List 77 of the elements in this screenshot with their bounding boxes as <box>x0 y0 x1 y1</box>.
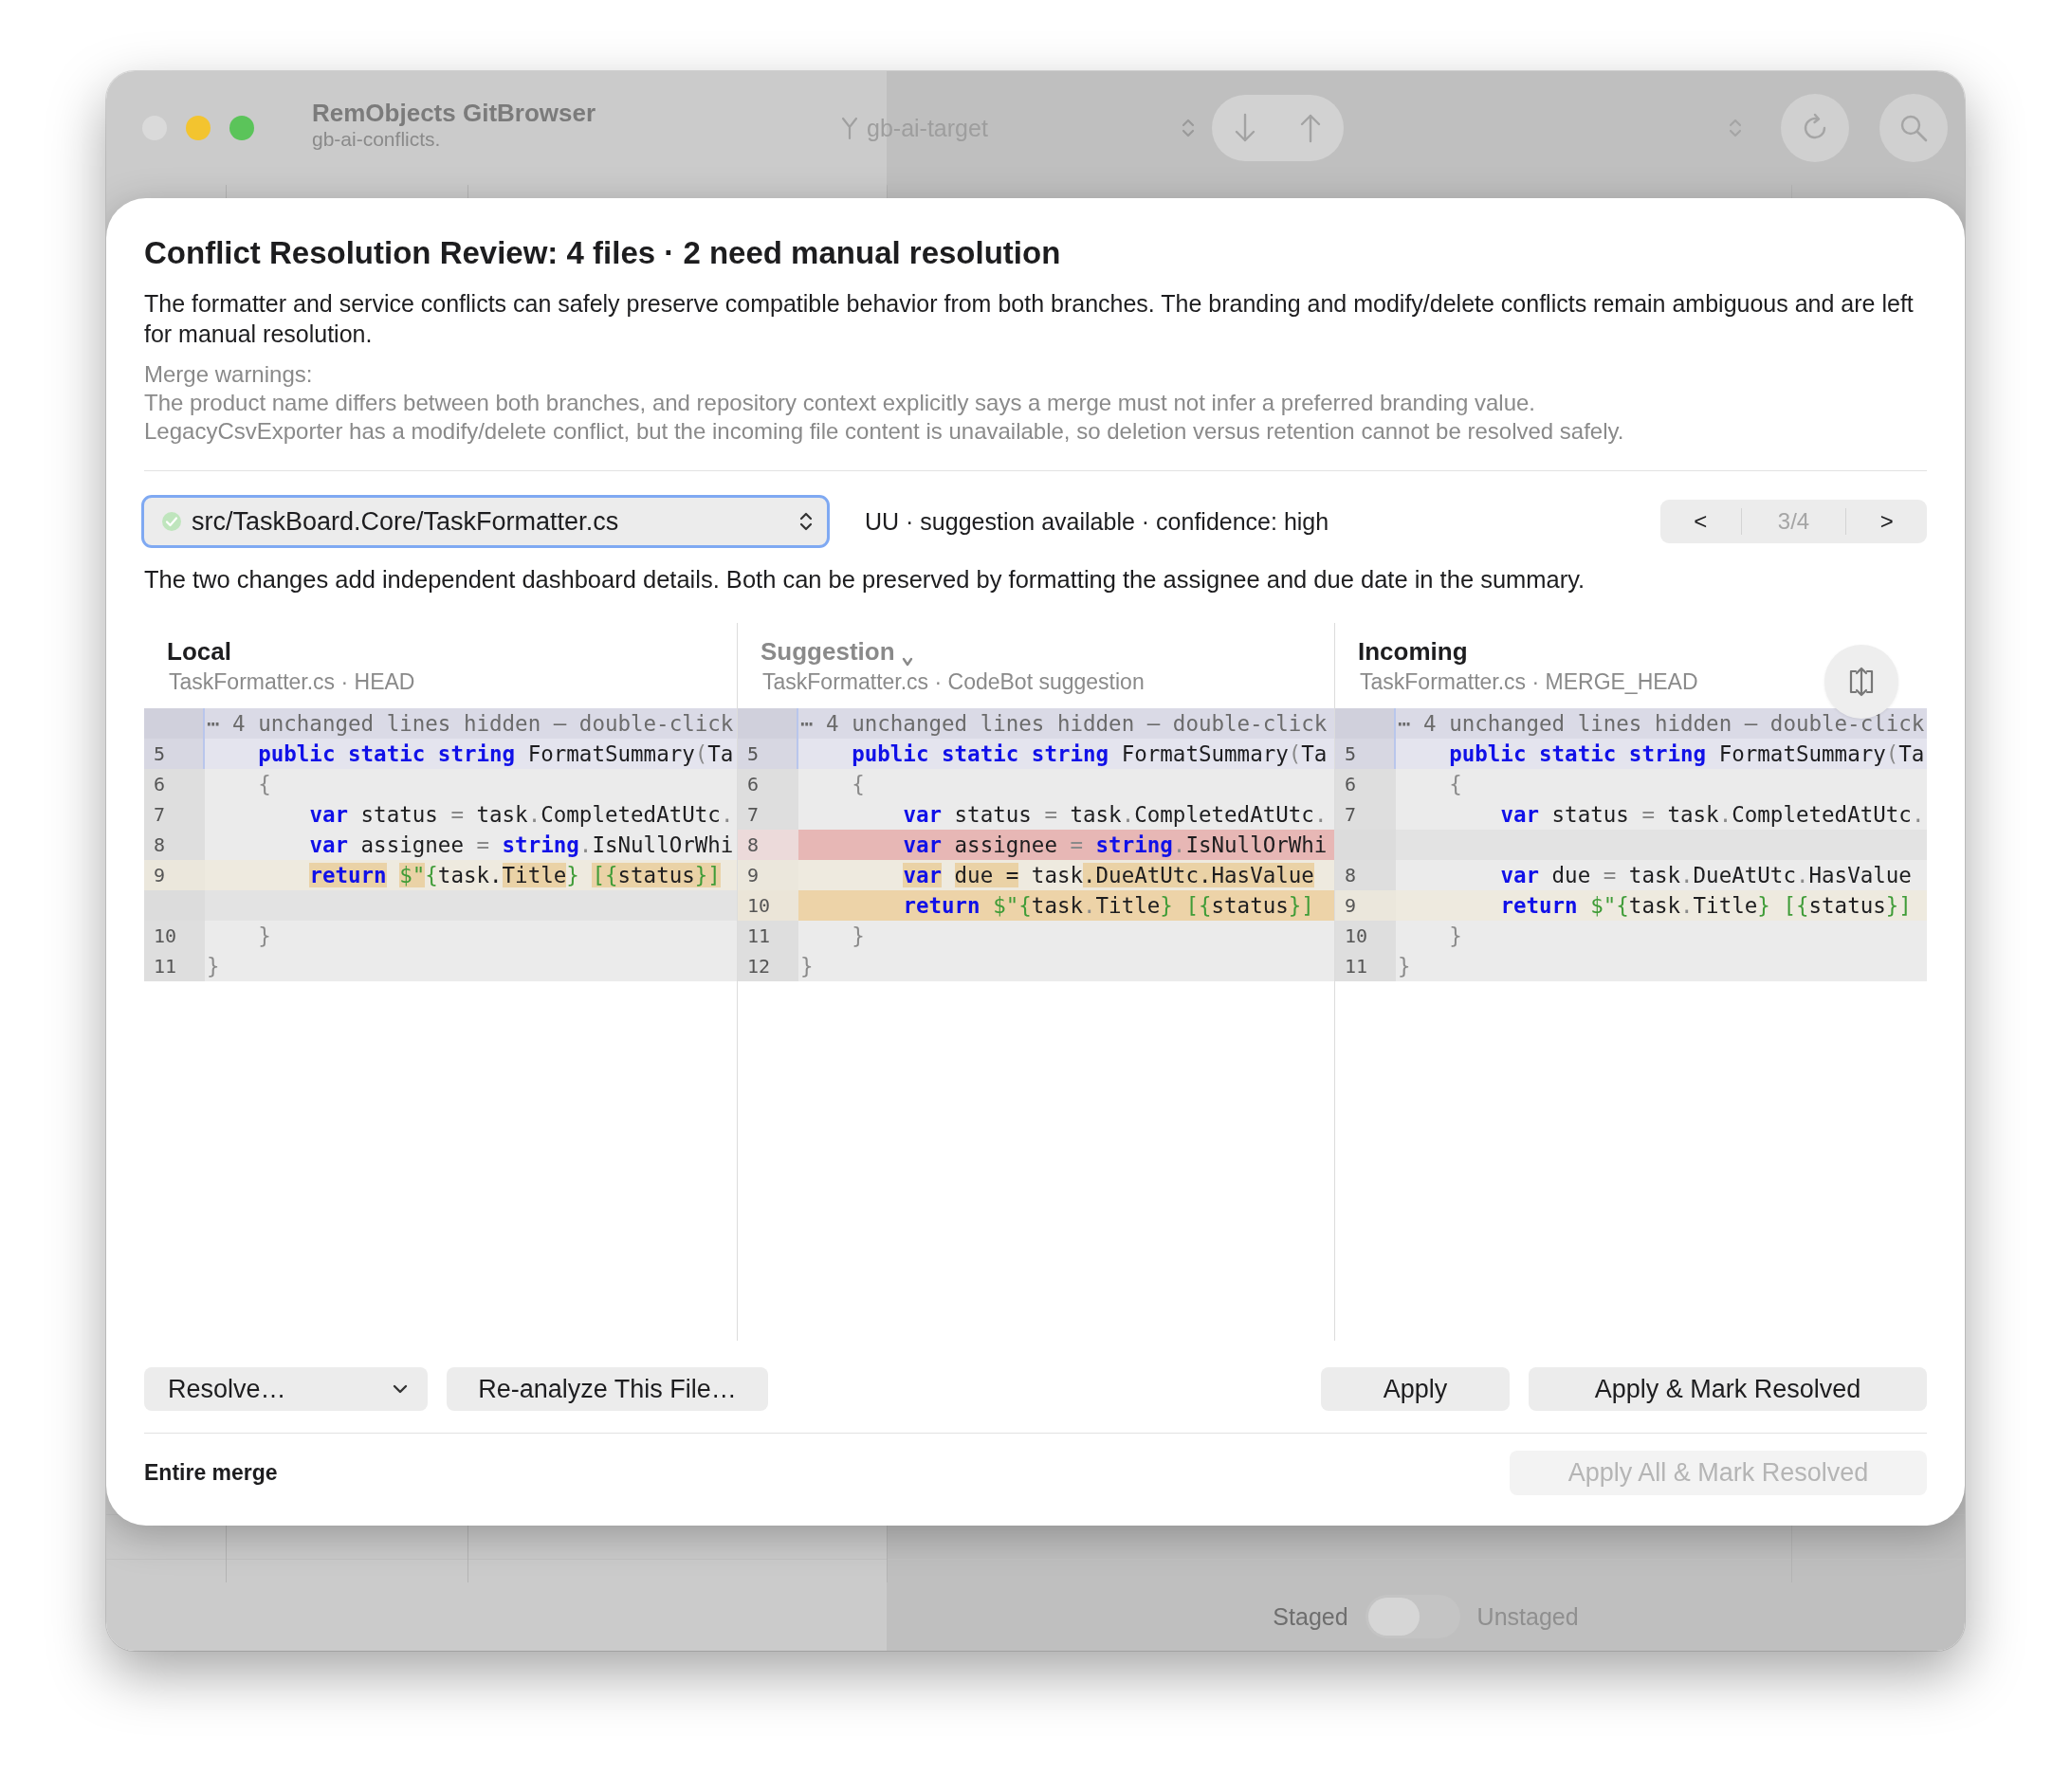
panel-subtitle: TaskFormatter.cs · MERGE_HEAD <box>1359 668 1698 696</box>
previous-button[interactable]: < <box>1660 500 1741 543</box>
position-label: 3/4 <box>1740 508 1847 535</box>
line-number: 5 <box>144 739 205 769</box>
line-number: 7 <box>1335 799 1396 830</box>
hidden-lines-banner[interactable]: ⋯ 4 unchanged lines hidden — double-click <box>144 708 737 739</box>
code-line: { <box>1448 771 1463 798</box>
code-line: public static string FormatSummary(Ta <box>1448 741 1926 768</box>
chevron-down-icon <box>900 656 914 667</box>
window-subtitle: gb-ai-conflicts. <box>312 127 442 151</box>
code-line: var due = task.DueAtUtc.HasValue <box>902 862 1315 889</box>
code-line: var status = task.CompletedAtUtc. <box>902 801 1329 829</box>
chevron-down-icon <box>392 1383 409 1395</box>
branch-icon <box>840 116 859 140</box>
line-number: 10 <box>738 890 798 921</box>
resolve-menu[interactable]: Resolve… <box>144 1367 428 1411</box>
hidden-lines-banner[interactable]: ⋯ 4 unchanged lines hidden — double-click <box>1335 708 1927 739</box>
panel-title: Incoming <box>1358 636 1468 667</box>
code-line: var status = task.CompletedAtUtc. <box>1499 801 1926 829</box>
code-line: var assignee = string.IsNullOrWhi <box>902 832 1329 859</box>
panel-subtitle: TaskFormatter.cs · CodeBot suggestion <box>761 668 1145 696</box>
code-line: public static string FormatSummary(Ta <box>257 741 735 768</box>
warning-text: LegacyCsvExporter has a modify/delete conflict, but the incoming file content is unavailable, so deletion versus retention cannot be resolved safely. <box>144 417 1625 446</box>
expand-icon <box>1847 666 1876 698</box>
code-line: } <box>851 923 866 950</box>
up-down-chevron-icon <box>1728 117 1743 139</box>
line-number: 7 <box>738 799 798 830</box>
line-number: 10 <box>1335 921 1396 951</box>
line-number: 12 <box>738 951 798 981</box>
warnings-label: Merge warnings: <box>144 360 314 389</box>
line-number: 7 <box>144 799 205 830</box>
explanation-text: The two changes add independent dashboard details. Both can be preserved by formatting the assignee and due date in the summary. <box>144 565 1586 594</box>
line-number: 8 <box>1335 860 1396 890</box>
file-picker[interactable]: src/TaskBoard.Core/TaskFormatter.cs <box>141 495 830 548</box>
action-button[interactable]: Apply & Mark Resolved <box>1529 1367 1927 1411</box>
code-line: return $"{task.Title} [{status}] <box>902 892 1315 920</box>
line-number: 6 <box>738 769 798 799</box>
code-line: var status = task.CompletedAtUtc. <box>308 801 735 829</box>
file-status: UU · suggestion available · confidence: high <box>865 507 1329 536</box>
section-label: Entire merge <box>144 1460 278 1486</box>
summary-text: The formatter and service conflicts can safely preserve compatible behavior from both branches. The branding and modify/delete conflicts remain ambiguous and are left for manual resolution. <box>144 289 1915 349</box>
code-line: return $"{task.Title} [{status}] <box>308 862 722 889</box>
line-number: 10 <box>144 921 205 951</box>
line-number: 8 <box>144 830 205 860</box>
code-line: } <box>257 923 272 950</box>
line-number: 11 <box>144 951 205 981</box>
next-button[interactable]: > <box>1846 500 1927 543</box>
action-button[interactable]: Apply <box>1321 1367 1510 1411</box>
minimize-button[interactable] <box>186 116 211 140</box>
line-number: 8 <box>738 830 798 860</box>
code-line: var assignee = string.IsNullOrWhi <box>308 832 735 859</box>
window-title: RemObjects GitBrowser <box>312 98 597 128</box>
hidden-lines-banner[interactable]: ⋯ 4 unchanged lines hidden — double-click <box>738 708 1334 739</box>
code-line: { <box>851 771 866 798</box>
action-button[interactable]: Re-analyze This File… <box>447 1367 768 1411</box>
sheet-title: Conflict Resolution Review: 4 files · 2 need manual resolution <box>144 234 1062 272</box>
toggle-label: Staged <box>1273 1602 1348 1631</box>
code-line: var due = task.DueAtUtc.HasValue <box>1499 862 1913 889</box>
line-number: 6 <box>1335 769 1396 799</box>
panel-title: Local <box>167 636 231 667</box>
line-number: 11 <box>738 921 798 951</box>
panel-subtitle: TaskFormatter.cs · HEAD <box>168 668 415 696</box>
line-number: 5 <box>738 739 798 769</box>
code-line: } <box>799 953 815 980</box>
code-line: { <box>257 771 272 798</box>
line-number: 6 <box>144 769 205 799</box>
up-down-chevron-icon <box>798 510 814 533</box>
code-line: } <box>1397 953 1412 980</box>
line-number: 5 <box>1335 739 1396 769</box>
warning-text: The product name differs between both branches, and repository context explicitly says a merge must not infer a preferred branding value. <box>144 389 1537 417</box>
up-down-chevron-icon <box>1181 117 1196 139</box>
code-line: return $"{task.Title} [{status}] <box>1499 892 1913 920</box>
zoom-button[interactable] <box>229 116 254 140</box>
code-line: public static string FormatSummary(Ta <box>851 741 1329 768</box>
line-number: 11 <box>1335 951 1396 981</box>
code-line: } <box>1448 923 1463 950</box>
code-line: } <box>206 953 221 980</box>
